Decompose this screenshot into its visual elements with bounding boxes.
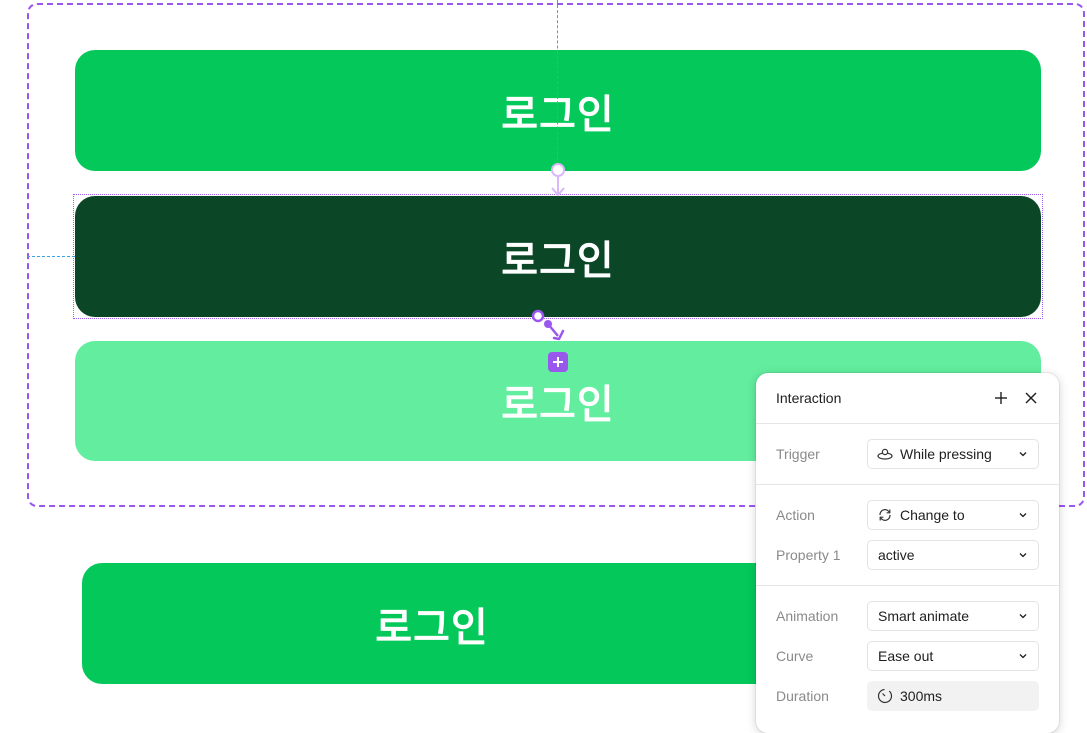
duration-value: 300ms (900, 688, 943, 704)
button-label: 로그인 (501, 382, 615, 428)
chevron-down-icon (1018, 651, 1028, 661)
animation-label: Animation (776, 608, 839, 624)
button-label: 로그인 (501, 91, 615, 138)
action-dropdown[interactable]: Change to (867, 500, 1039, 530)
add-interaction-node[interactable] (548, 352, 568, 372)
curve-value: Ease out (878, 648, 934, 664)
curve-dropdown[interactable]: Ease out (867, 641, 1039, 671)
login-button-default-variant[interactable]: 로그인 (75, 50, 1041, 171)
login-button-instance[interactable]: 로그인 (82, 563, 782, 684)
selection-outline (73, 194, 1043, 319)
trigger-label: Trigger (776, 446, 820, 462)
action-value: Change to (900, 507, 965, 523)
animation-dropdown[interactable]: Smart animate (867, 601, 1039, 631)
plus-icon[interactable] (991, 388, 1011, 408)
horizontal-measure-guide (27, 256, 75, 257)
trigger-dropdown[interactable]: While pressing (867, 439, 1039, 469)
duration-row: Duration 300ms (776, 676, 1039, 716)
chevron-down-icon (1018, 550, 1028, 560)
animation-row: Animation Smart animate (776, 596, 1039, 636)
duration-input[interactable]: 300ms (867, 681, 1039, 711)
trigger-value: While pressing (900, 446, 992, 462)
chevron-down-icon (1018, 449, 1028, 459)
panel-header: Interaction (756, 373, 1059, 424)
animation-value: Smart animate (878, 608, 970, 624)
property-dropdown[interactable]: active (867, 540, 1039, 570)
refresh-icon (876, 506, 894, 524)
action-label: Action (776, 507, 815, 523)
header-actions (991, 388, 1041, 408)
interaction-panel: Interaction Trigger While pressing Actio… (756, 373, 1059, 733)
trigger-section: Trigger While pressing (756, 424, 1059, 485)
prototype-connector-out[interactable] (528, 306, 572, 346)
chevron-down-icon (1018, 611, 1028, 621)
close-icon[interactable] (1021, 388, 1041, 408)
curve-row: Curve Ease out (776, 636, 1039, 676)
press-icon (876, 445, 894, 463)
button-label: 로그인 (375, 604, 489, 651)
timer-icon (876, 687, 894, 705)
property-value: active (878, 547, 915, 563)
vertical-measure-guide (557, 0, 558, 170)
design-canvas[interactable]: 로그인 로그인 로그인 로그인 Interaction Trigger Whil… (0, 0, 1087, 733)
action-row: Action Change to (776, 495, 1039, 535)
curve-label: Curve (776, 648, 814, 664)
duration-label: Duration (776, 688, 829, 704)
property-label: Property 1 (776, 547, 841, 563)
action-section: Action Change to Property 1 active (756, 485, 1059, 586)
panel-title: Interaction (776, 390, 842, 406)
property-row: Property 1 active (776, 535, 1039, 575)
trigger-row: Trigger While pressing (776, 434, 1039, 474)
chevron-down-icon (1018, 510, 1028, 520)
animation-section: Animation Smart animate Curve Ease out D… (756, 586, 1059, 726)
prototype-connector-in[interactable] (545, 160, 571, 200)
plus-icon (553, 357, 563, 367)
